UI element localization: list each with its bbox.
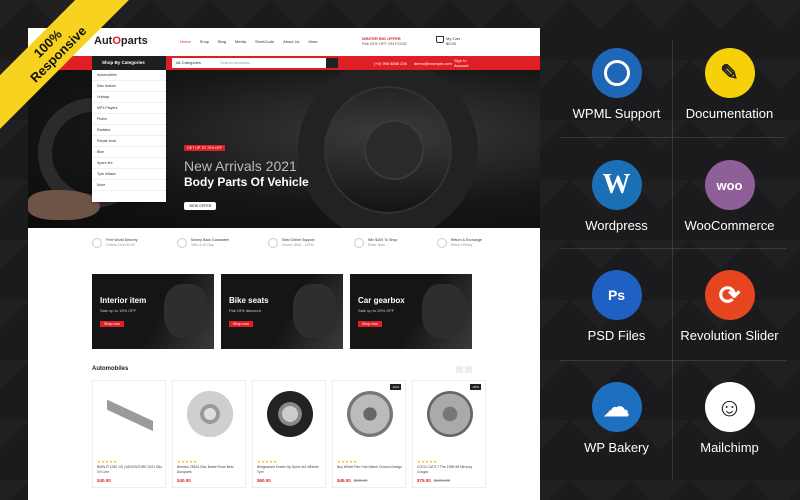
product-card[interactable]: ★★★★★ BMW R 1250 GS | ADVENTURE 2021 Sli… [92, 380, 166, 488]
product-card[interactable]: ★★★★★ Brembo 25524 Disc Brake Rotor Best… [172, 380, 246, 488]
banner-gearbox[interactable]: Car gearbox Sale up to 25% OFF Shop now [350, 274, 472, 349]
category-item[interactable]: Tyre inflator [92, 169, 166, 180]
revolution-slider-icon: ⟳ [704, 270, 755, 320]
nav-blog[interactable]: Blog [218, 39, 226, 44]
rating-stars: ★★★★★ [417, 459, 438, 464]
shop-now-button[interactable]: Shop now [229, 321, 253, 327]
contact-info: (+0) 998 8888 226 demo@example.com [374, 61, 452, 66]
next-arrow-icon[interactable] [465, 366, 472, 373]
hero-subtitle: New Arrivals 2021 [184, 158, 297, 174]
promo-banners: Interior item Sale up to 15% OFF Shop no… [92, 274, 472, 349]
category-item[interactable]: Spare tire [92, 158, 166, 169]
category-item[interactable]: Repair tools [92, 136, 166, 147]
feature-mailchimp: ☺ Mailchimp [673, 382, 786, 455]
cart-icon[interactable] [436, 36, 444, 43]
wpbakery-icon: ☁ [591, 382, 642, 432]
cart-summary[interactable]: My Cart $0.00 [446, 36, 460, 46]
headset-icon [268, 238, 279, 248]
search-bar[interactable]: All Categories Search products... [172, 58, 338, 68]
search-icon[interactable] [326, 58, 338, 68]
search-category-select[interactable]: All Categories [176, 60, 201, 65]
woocommerce-icon: woo [704, 160, 755, 210]
product-card[interactable]: -25% ★★★★★ COOL CATS 7 The 1995-98 Mercu… [412, 380, 486, 488]
category-item[interactable]: More [92, 180, 166, 191]
gearbox-image [422, 284, 466, 338]
rating-stars: ★★★★★ [177, 459, 198, 464]
feature-psd: Ps PSD Files [560, 270, 673, 343]
feature-wordpress: W Wordpress [560, 160, 673, 233]
section-title: Automobiles [92, 366, 129, 372]
disc-brake-image [187, 391, 233, 437]
feature-documentation: ✎ Documentation [673, 48, 786, 121]
gift-icon [354, 238, 365, 248]
nav-shortcode[interactable]: ShortCode [255, 39, 274, 44]
feature-return: Return & Exchange Return Policy [436, 238, 482, 248]
feature-support: Best Online Support Hours: 8AM - 11PM [268, 238, 315, 248]
feature-money-back: Money Back Guarantee With A 30 Day [177, 238, 229, 248]
product-carousel: ★★★★★ BMW R 1250 GS | ADVENTURE 2021 Sli… [92, 380, 486, 488]
banner-interior[interactable]: Interior item Sale up to 15% OFF Shop no… [92, 274, 214, 349]
truck-icon [92, 238, 102, 248]
feature-woocommerce: woo WooCommerce [673, 160, 786, 233]
feature-delivery: Free World Delivery Orders Over $100 [92, 238, 138, 248]
car-seat-image [164, 284, 208, 338]
hero-title: Body Parts Of Vehicle [184, 175, 309, 189]
shop-now-button[interactable]: Shop now [100, 321, 124, 327]
nav-shop[interactable]: Shop [200, 39, 209, 44]
features-grid: WPML Support ✎ Documentation W Wordpress… [560, 30, 786, 490]
banner-bike-seats[interactable]: Bike seats Flat 15% discount Shop now [221, 274, 343, 349]
hero-tag: GET UP TO 70% OFF [184, 145, 226, 151]
sale-badge: -25% [469, 384, 481, 390]
email-address: demo@example.com [413, 61, 452, 66]
hand-image [28, 190, 100, 220]
rating-stars: ★★★★★ [257, 459, 278, 464]
brake-rotor-image [427, 391, 473, 437]
carousel-arrows [456, 366, 472, 373]
rating-stars: ★★★★★ [337, 459, 358, 464]
nav-more[interactable]: More [309, 39, 318, 44]
feature-wpml: WPML Support [560, 48, 673, 121]
view-offer-button[interactable]: VIEW OFFER [184, 202, 217, 210]
service-features: Free World Delivery Orders Over $100 Mone… [92, 238, 482, 248]
category-item[interactable]: Bike [92, 147, 166, 158]
feature-wpbakery: ☁ WP Bakery [560, 382, 673, 455]
mailchimp-icon: ☺ [704, 382, 755, 432]
rating-stars: ★★★★★ [97, 459, 118, 464]
sale-badge: -10% [389, 384, 401, 390]
documentation-icon: ✎ [704, 48, 755, 98]
prev-arrow-icon[interactable] [456, 366, 463, 373]
feature-win: Win $100 To Shop Enter Now [354, 238, 397, 248]
nav-media[interactable]: Media [235, 39, 246, 44]
phone-number: (+0) 998 8888 226 [374, 61, 407, 66]
product-card[interactable]: ★★★★★ Bridgestone Dueler Ap Sport 4x4 Wh… [252, 380, 326, 488]
search-input[interactable]: Search products... [220, 58, 252, 68]
wheel-hub-image [364, 120, 424, 180]
feature-revolution-slider: ⟳ Revolution Slider [673, 270, 786, 343]
nav-about[interactable]: About Us [283, 39, 299, 44]
nav-home[interactable]: Home [180, 39, 191, 44]
psd-icon: Ps [591, 270, 642, 320]
winter-offer[interactable]: WINTER BIG OFFER Flat 20% OFF ON FOOD [362, 36, 407, 46]
wordpress-icon: W [591, 160, 642, 210]
account-menu[interactable]: Sign In Account [454, 58, 468, 68]
wpml-icon [591, 48, 642, 98]
shop-now-button[interactable]: Shop now [358, 321, 382, 327]
bike-seat-image [293, 284, 337, 338]
product-card[interactable]: -10% ★★★★★ Buy Wheel Rim Hub Watch Custo… [332, 380, 406, 488]
responsive-ribbon: 100% Responsive [0, 0, 130, 130]
tyre-image [267, 391, 313, 437]
main-nav: Home Shop Blog Media ShortCode About Us … [180, 39, 318, 44]
money-icon [177, 238, 188, 248]
return-icon [436, 238, 447, 248]
exhaust-image [107, 391, 153, 437]
wheel-hub-image [347, 391, 393, 437]
